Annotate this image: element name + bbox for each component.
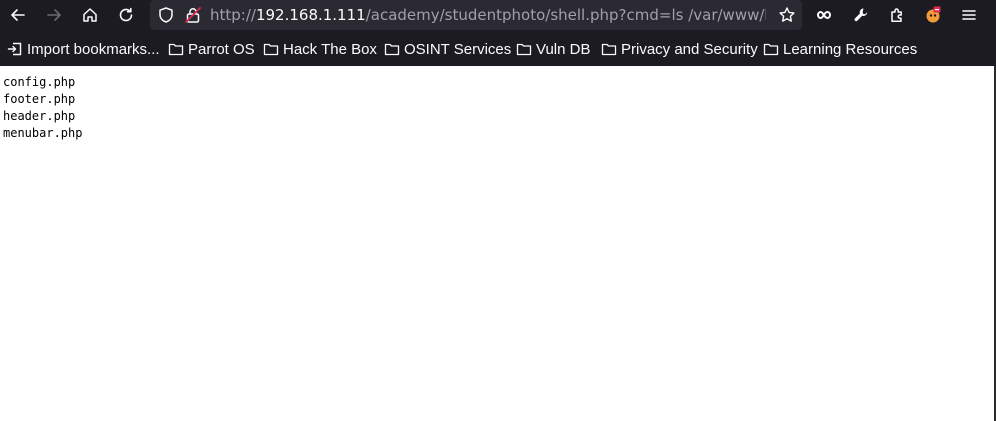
bookmark-import[interactable]: Import bookmarks...: [7, 39, 160, 59]
developer-tools-button[interactable]: [848, 2, 874, 28]
hamburger-menu-icon: [962, 10, 976, 20]
app-menu-button[interactable]: [956, 2, 982, 28]
browser-chrome: http://192.168.1.111/academy/studentphot…: [0, 0, 996, 66]
reload-icon: [119, 7, 133, 22]
back-button[interactable]: [5, 2, 31, 28]
bookmarks-toolbar: Import bookmarks... Parrot OS Hack The B…: [0, 36, 996, 62]
arrow-left-icon: [11, 9, 25, 21]
navigation-toolbar: http://192.168.1.111/academy/studentphot…: [0, 0, 996, 30]
tracking-protection-shield-icon[interactable]: [157, 6, 175, 24]
avatar-icon: [926, 6, 941, 23]
bookmark-label: Privacy and Security: [621, 40, 758, 58]
bookmark-folder-privacy-and-security[interactable]: Privacy and Security: [601, 39, 758, 59]
private-browsing-button[interactable]: [812, 2, 838, 28]
puzzle-piece-icon: [891, 8, 902, 22]
folder-icon: [763, 43, 779, 56]
reload-button[interactable]: [113, 2, 139, 28]
bookmark-label: Learning Resources: [783, 40, 918, 58]
bookmark-label: Hack The Box: [283, 40, 377, 58]
list-item: config.php: [3, 75, 76, 89]
url-text[interactable]: http://192.168.1.111/academy/studentphot…: [210, 5, 766, 25]
home-icon: [83, 8, 97, 22]
insecure-lock-icon[interactable]: [184, 6, 202, 24]
import-icon: [7, 42, 22, 56]
bookmark-folder-osint-services[interactable]: OSINT Services: [384, 39, 511, 59]
bookmark-label: Import bookmarks...: [27, 40, 160, 58]
folder-icon: [168, 43, 184, 56]
infinity-mask-icon: [816, 10, 832, 20]
bookmark-folder-vuln-db[interactable]: Vuln DB: [516, 39, 590, 59]
url-path: /academy/studentphoto/shell.php?cmd=ls /…: [365, 6, 766, 24]
extensions-button[interactable]: [884, 2, 910, 28]
url-host: 192.168.1.111: [255, 6, 366, 24]
bookmark-label: Parrot OS: [188, 40, 255, 58]
list-item: menubar.php: [3, 126, 83, 140]
page-content: config.php footer.php header.php menubar…: [0, 66, 996, 421]
bookmark-label: Vuln DB: [536, 40, 591, 58]
arrow-right-icon: [47, 9, 61, 21]
folder-icon: [263, 43, 279, 56]
folder-icon: [516, 43, 532, 56]
bookmark-star-icon[interactable]: [778, 6, 796, 24]
bookmark-folder-learning-resources[interactable]: Learning Resources: [763, 39, 917, 59]
address-bar[interactable]: http://192.168.1.111/academy/studentphot…: [150, 0, 802, 30]
url-scheme: http://: [210, 6, 256, 24]
folder-icon: [601, 43, 617, 56]
account-button[interactable]: [920, 2, 946, 28]
wrench-icon: [854, 8, 868, 22]
bookmark-folder-parrot-os[interactable]: Parrot OS: [168, 39, 255, 59]
command-output: config.php footer.php header.php menubar…: [3, 74, 82, 142]
list-item: footer.php: [3, 92, 76, 106]
folder-icon: [384, 43, 400, 56]
list-item: header.php: [3, 109, 76, 123]
bookmark-folder-hack-the-box[interactable]: Hack The Box: [263, 39, 377, 59]
forward-button[interactable]: [41, 2, 67, 28]
home-button[interactable]: [77, 2, 103, 28]
bookmark-label: OSINT Services: [404, 40, 512, 58]
